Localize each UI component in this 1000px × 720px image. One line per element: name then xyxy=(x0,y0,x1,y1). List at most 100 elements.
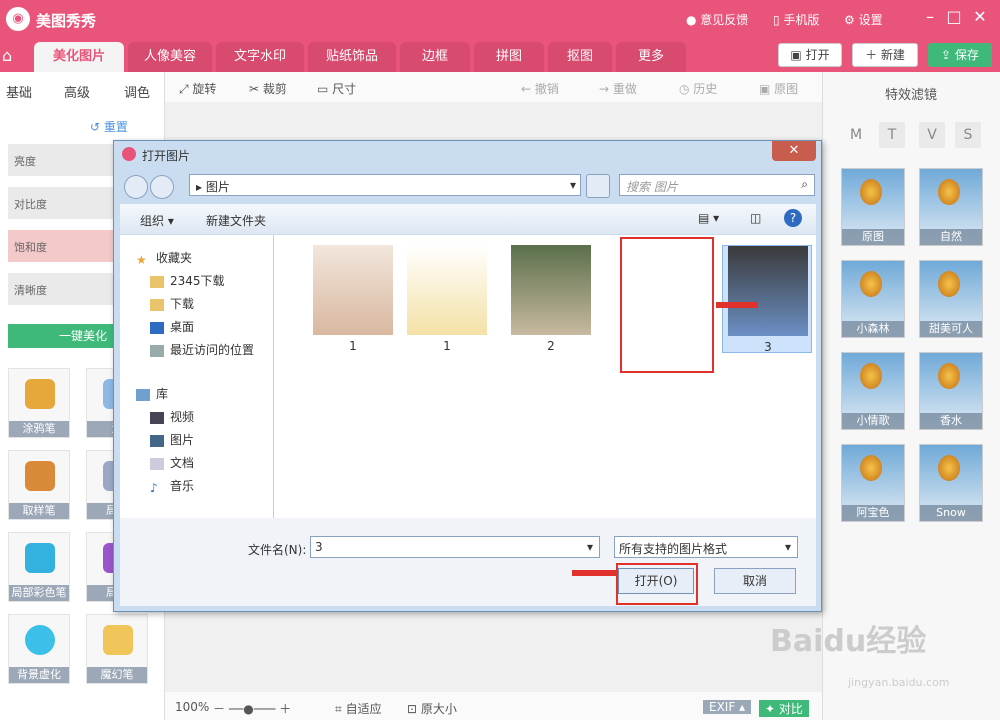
filter-lovesong[interactable]: 小情歌 xyxy=(841,352,905,430)
save-button[interactable]: ⇪ 保存 xyxy=(928,43,992,67)
organize-button[interactable]: 组织 ▾ xyxy=(140,212,174,229)
close-window-icon[interactable]: ✕ xyxy=(968,7,992,26)
subtab-basic[interactable]: 基础 xyxy=(6,82,32,101)
balloon-icon xyxy=(860,455,882,481)
file-item[interactable]: 1 xyxy=(402,245,492,353)
filename-input[interactable]: 3 ▾ xyxy=(310,536,600,558)
tab-frames[interactable]: 边框 xyxy=(400,42,470,72)
history-button[interactable]: ◷ 历史 xyxy=(679,80,717,97)
photo-thumbnail xyxy=(313,245,393,335)
tab-more[interactable]: 更多 xyxy=(616,42,686,72)
nav-documents[interactable]: 文档 xyxy=(150,454,194,471)
compare-button[interactable]: ✦ 对比 xyxy=(759,700,809,717)
highlight-box xyxy=(620,237,714,373)
original-size-button[interactable]: ⊡ 原大小 xyxy=(407,700,457,717)
command-bar: 组织 ▾ 新建文件夹 ▤ ▾ ◫ ? xyxy=(120,204,816,234)
doodle-pen-tool[interactable]: 涂鸦笔 xyxy=(8,368,70,438)
new-button[interactable]: ＋ 新建 xyxy=(852,43,918,67)
title-bar: ◉ 美图秀秀 ● 意见反馈 ▯ 手机版 ⚙ 设置 – □ ✕ xyxy=(0,0,1000,38)
nav-music[interactable]: ♪ 音乐 xyxy=(150,477,194,495)
nav-videos[interactable]: 视频 xyxy=(150,408,194,425)
file-list: 1 1 2 3 xyxy=(274,235,816,518)
filetype-select[interactable]: 所有支持的图片格式 ▾ xyxy=(614,536,798,558)
new-folder-button[interactable]: 新建文件夹 xyxy=(206,212,266,229)
main-tabs: ⌂ 美化图片 人像美容 文字水印 贴纸饰品 边框 拼图 抠图 更多 ▣ 打开 ＋… xyxy=(0,38,1000,72)
red-arrow-icon xyxy=(572,570,616,576)
nav-downloads[interactable]: 下载 xyxy=(150,295,194,312)
magic-pen-tool[interactable]: 魔幻笔 xyxy=(86,614,148,684)
file-item[interactable]: 1 xyxy=(308,245,398,353)
balloon-icon xyxy=(860,363,882,389)
balloon-icon xyxy=(860,179,882,205)
tab-cutout[interactable]: 抠图 xyxy=(548,42,612,72)
app-title: 美图秀秀 xyxy=(36,12,97,30)
nav-recent[interactable]: 最近访问的位置 xyxy=(150,341,254,358)
nav-desktop[interactable]: 桌面 xyxy=(150,318,194,335)
filter-cat-v[interactable]: V xyxy=(919,122,945,148)
tab-text[interactable]: 文字水印 xyxy=(216,42,304,72)
filter-cat-t[interactable]: T xyxy=(879,122,905,148)
settings-button[interactable]: ⚙ 设置 xyxy=(844,11,883,28)
file-item-selected[interactable]: 3 xyxy=(722,245,812,354)
open-button[interactable]: ▣ 打开 xyxy=(778,43,842,67)
cartoon-thumbnail xyxy=(407,245,487,335)
background-blur-tool[interactable]: 背景虚化 xyxy=(8,614,70,684)
balloon-icon xyxy=(860,271,882,297)
dialog-close-button[interactable]: ✕ xyxy=(772,141,816,161)
status-bar: 100% － ──●─── ＋ ⌗ 自适应 ⊡ 原大小 EXIF ▴ ✦ 对比 xyxy=(165,692,822,720)
filter-original[interactable]: 原图 xyxy=(841,168,905,246)
redo-button[interactable]: → 重做 xyxy=(599,80,637,97)
search-input[interactable]: 搜索 图片 ⌕ xyxy=(619,174,815,196)
tab-beautify[interactable]: 美化图片 xyxy=(34,42,124,72)
photo-thumbnail xyxy=(728,246,808,336)
balloon-icon xyxy=(938,363,960,389)
filter-abao[interactable]: 阿宝色 xyxy=(841,444,905,522)
subtab-advanced[interactable]: 高级 xyxy=(64,82,90,101)
view-icon[interactable]: ▤ ▾ xyxy=(698,211,719,225)
minimize-icon[interactable]: – xyxy=(918,7,942,26)
filter-cat-s[interactable]: S xyxy=(955,122,981,148)
forward-icon[interactable] xyxy=(150,175,174,199)
home-icon[interactable]: ⌂ xyxy=(2,46,20,65)
undo-button[interactable]: ← 撤销 xyxy=(521,80,559,97)
resize-button[interactable]: ▭ 尺寸 xyxy=(317,80,356,97)
nav-favorites[interactable]: ★ 收藏夹 xyxy=(136,249,192,267)
address-bar[interactable]: ▸ 图片 ▾ xyxy=(189,174,581,196)
brush-icon xyxy=(25,379,55,409)
feedback-button[interactable]: ● 意见反馈 xyxy=(686,11,748,28)
filter-sweet[interactable]: 甜美可人 xyxy=(919,260,983,338)
tab-stickers[interactable]: 贴纸饰品 xyxy=(308,42,396,72)
filter-natural[interactable]: 自然 xyxy=(919,168,983,246)
mobile-button[interactable]: ▯ 手机版 xyxy=(773,11,819,28)
zoom-slider[interactable]: － ──●─── ＋ xyxy=(213,700,291,717)
baidu-watermark: Baidu经验 xyxy=(770,624,927,659)
file-item[interactable]: 2 xyxy=(506,245,596,353)
refresh-icon[interactable] xyxy=(586,174,610,198)
exif-button[interactable]: EXIF ▴ xyxy=(703,700,752,714)
sample-pen-tool[interactable]: 取样笔 xyxy=(8,450,70,520)
filter-perfume[interactable]: 香水 xyxy=(919,352,983,430)
rotate-button[interactable]: ⤢ 旋转 xyxy=(179,80,216,97)
fit-button[interactable]: ⌗ 自适应 xyxy=(335,700,382,717)
nav-libraries[interactable]: 库 xyxy=(136,385,168,402)
partial-color-pen-tool[interactable]: 局部彩色笔 xyxy=(8,532,70,602)
tab-collage[interactable]: 拼图 xyxy=(474,42,544,72)
filter-forest[interactable]: 小森林 xyxy=(841,260,905,338)
photo-thumbnail xyxy=(511,245,591,335)
back-icon[interactable] xyxy=(124,175,148,199)
filter-snow[interactable]: Snow xyxy=(919,444,983,522)
maximize-icon[interactable]: □ xyxy=(942,7,966,26)
help-icon[interactable]: ? xyxy=(784,209,802,227)
dialog-cancel-button[interactable]: 取消 xyxy=(714,568,796,594)
tab-portrait[interactable]: 人像美容 xyxy=(128,42,212,72)
preview-pane-icon[interactable]: ◫ xyxy=(750,211,761,225)
nav-pictures[interactable]: 图片 xyxy=(150,431,194,448)
dialog-app-icon xyxy=(122,147,136,161)
filter-cat-m[interactable]: M xyxy=(843,122,869,148)
nav-2345-download[interactable]: 2345下载 xyxy=(150,272,225,289)
reset-button[interactable]: ↺ 重置 xyxy=(90,118,128,135)
original-button[interactable]: ▣ 原图 xyxy=(759,80,798,97)
subtab-color[interactable]: 调色 xyxy=(124,82,150,101)
crop-button[interactable]: ✂ 裁剪 xyxy=(249,80,287,97)
blur-icon xyxy=(25,625,55,655)
